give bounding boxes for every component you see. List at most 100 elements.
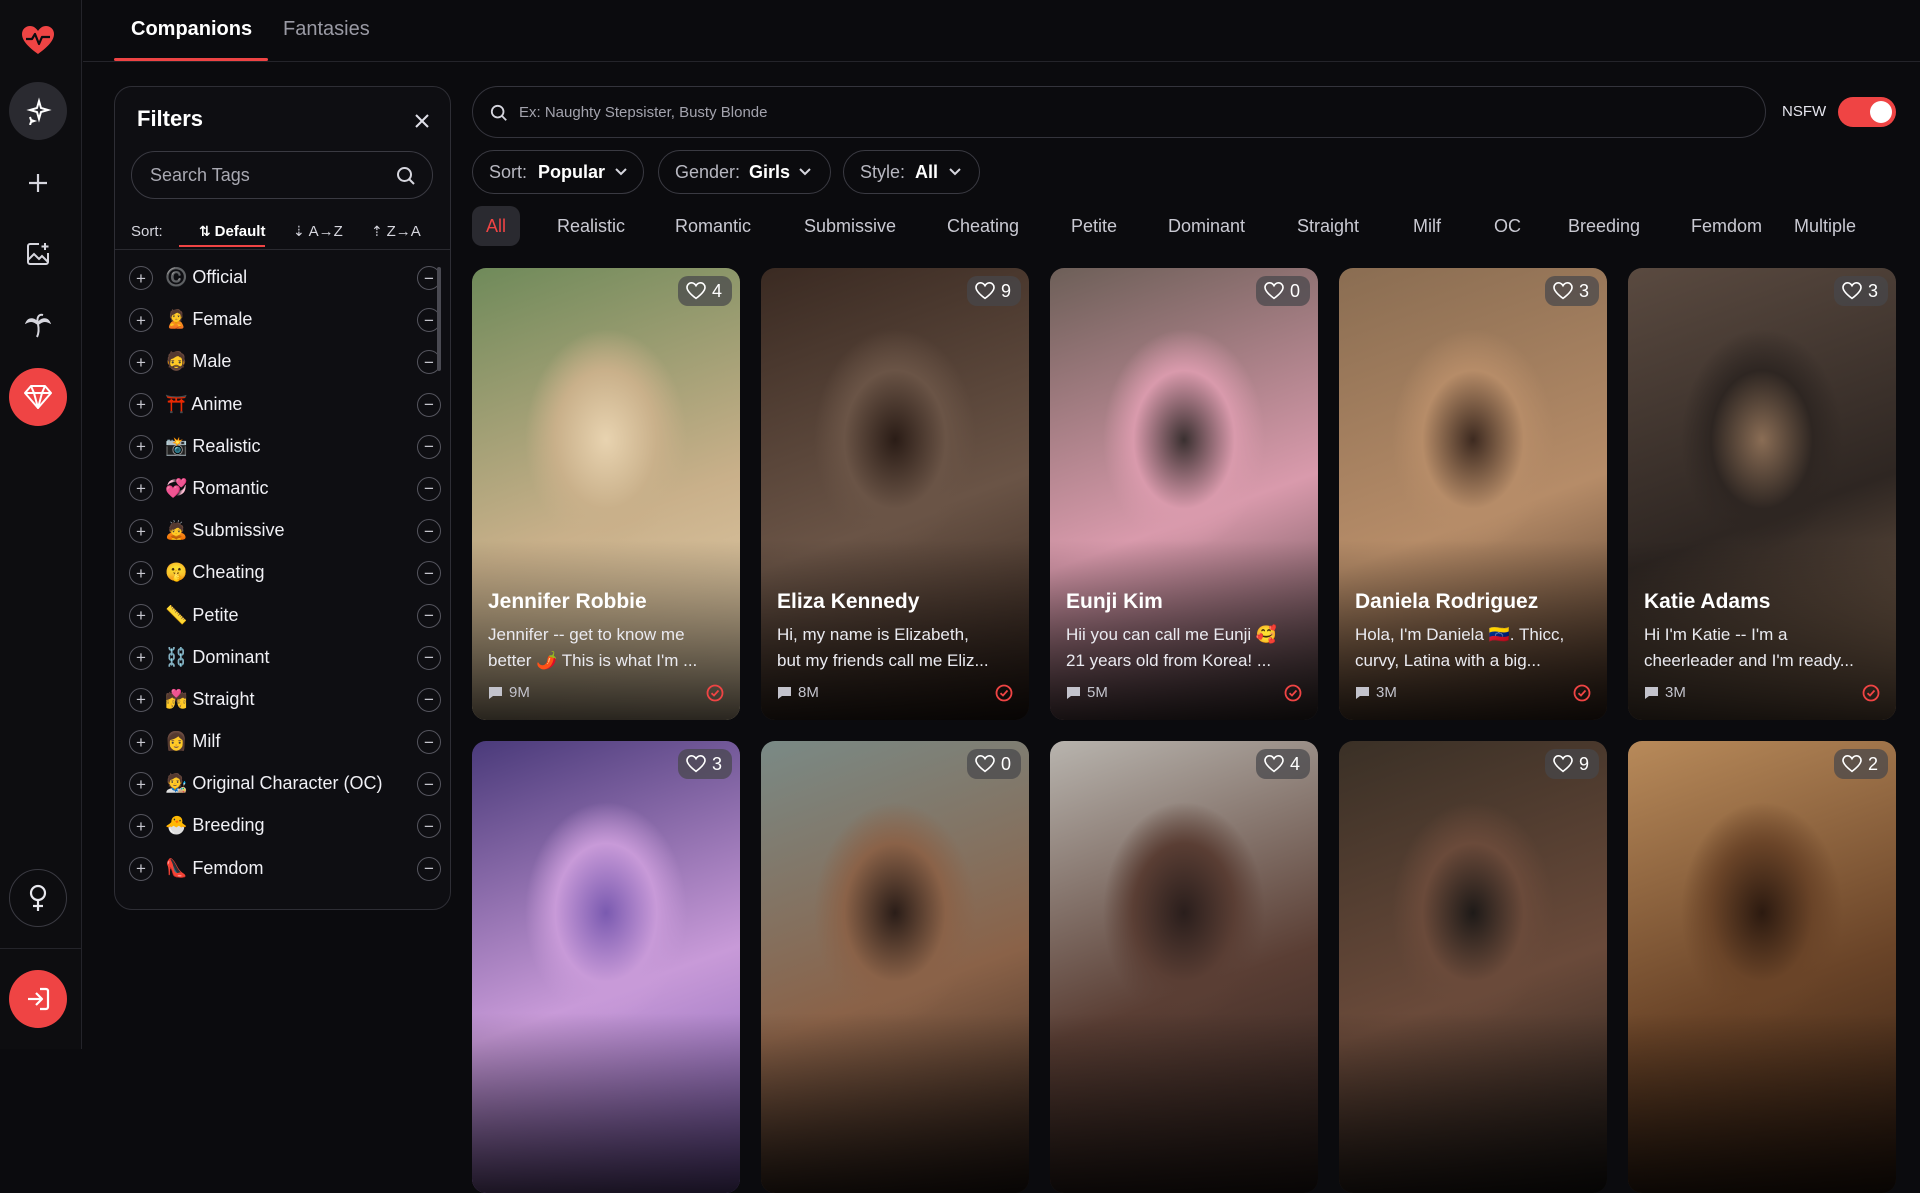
tag-row[interactable]: + 🧑‍🎨 Original Character (OC) − <box>129 765 441 807</box>
chip-breeding[interactable]: Breeding <box>1568 206 1640 246</box>
minus-icon[interactable]: − <box>417 603 441 628</box>
likes-badge[interactable]: 2 <box>1833 749 1888 779</box>
plus-icon[interactable]: + <box>129 603 153 628</box>
gender-dropdown[interactable]: Gender: Girls <box>658 150 831 194</box>
minus-icon[interactable]: − <box>417 730 441 755</box>
companion-name: Katie Adams <box>1644 590 1771 613</box>
nsfw-toggle[interactable] <box>1838 97 1896 127</box>
companion-card[interactable]: 4 Jennifer Robbie Jennifer -- get to know … <box>472 268 740 720</box>
tag-row[interactable]: + 🤫 Cheating − <box>129 554 441 596</box>
sort-dropdown[interactable]: Sort: Popular <box>472 150 644 194</box>
tab-fantasies[interactable]: Fantasies <box>283 18 370 41</box>
tag-row[interactable]: + 📏 Petite − <box>129 597 441 639</box>
plus-icon[interactable] <box>9 154 67 212</box>
tag-text: Breeding <box>192 815 265 836</box>
chip-submissive[interactable]: Submissive <box>804 206 896 246</box>
tab-companions[interactable]: Companions <box>131 18 252 41</box>
companion-card[interactable]: 0 <box>761 741 1029 1193</box>
minus-icon[interactable]: − <box>417 392 441 417</box>
palm-tree-icon[interactable] <box>9 296 67 354</box>
likes-badge[interactable]: 3 <box>1544 276 1599 306</box>
tag-row[interactable]: + 👠 Femdom − <box>129 850 441 892</box>
minus-icon[interactable]: − <box>417 476 441 501</box>
plus-icon[interactable]: + <box>129 772 153 797</box>
minus-icon[interactable]: − <box>417 856 441 881</box>
plus-icon[interactable]: + <box>129 814 153 839</box>
sort-a-z[interactable]: ⇣ A→Z <box>293 223 343 240</box>
chip-petite[interactable]: Petite <box>1071 206 1117 246</box>
minus-icon[interactable]: − <box>417 519 441 544</box>
tag-row[interactable]: + 🧔 Male − <box>129 343 441 385</box>
tag-row[interactable]: + ⛩️ Anime − <box>129 386 441 428</box>
plus-icon[interactable]: + <box>129 519 153 544</box>
sparkles-icon[interactable] <box>9 82 67 140</box>
tag-row[interactable]: + 🙇 Submissive − <box>129 512 441 554</box>
likes-badge[interactable]: 4 <box>677 276 732 306</box>
heart-pulse-icon[interactable] <box>9 11 67 69</box>
plus-icon[interactable]: + <box>129 350 153 375</box>
gem-icon[interactable] <box>9 368 67 426</box>
chip-femdom[interactable]: Femdom <box>1691 206 1762 246</box>
likes-badge[interactable]: 9 <box>966 276 1021 306</box>
plus-icon[interactable]: + <box>129 308 153 333</box>
tag-row[interactable]: + 💏 Straight − <box>129 681 441 723</box>
sort-z-a[interactable]: ⇡ Z→A <box>371 223 421 240</box>
plus-icon[interactable]: + <box>129 266 153 290</box>
tag-row[interactable]: + ⛓️ Dominant − <box>129 639 441 681</box>
plus-icon[interactable]: + <box>129 645 153 670</box>
minus-icon[interactable]: − <box>417 434 441 459</box>
likes-badge[interactable]: 9 <box>1544 749 1599 779</box>
search-placeholder: Ex: Naughty Stepsister, Busty Blonde <box>519 104 768 121</box>
tag-row[interactable]: + 🙎 Female − <box>129 301 441 343</box>
tag-list-scrollbar[interactable] <box>437 267 441 371</box>
companion-card[interactable]: 9 <box>1339 741 1607 1193</box>
companion-card[interactable]: 3 Daniela Rodriguez Hola, I'm Daniela 🇻🇪. … <box>1339 268 1607 720</box>
chip-milf[interactable]: Milf <box>1413 206 1441 246</box>
plus-icon[interactable]: + <box>129 730 153 755</box>
likes-badge[interactable]: 3 <box>1833 276 1888 306</box>
style-dropdown[interactable]: Style: All <box>843 150 980 194</box>
tag-label: ⛩️ Anime <box>165 394 242 415</box>
chip-romantic[interactable]: Romantic <box>675 206 751 246</box>
minus-icon[interactable]: − <box>417 645 441 670</box>
plus-icon[interactable]: + <box>129 392 153 417</box>
tag-row[interactable]: + ©️ Official − <box>129 259 441 301</box>
tag-row[interactable]: + 🐣 Breeding − <box>129 807 441 849</box>
likes-badge[interactable]: 0 <box>966 749 1021 779</box>
companion-card[interactable]: 3 <box>472 741 740 1193</box>
likes-badge[interactable]: 0 <box>1255 276 1310 306</box>
login-icon[interactable] <box>9 970 67 1028</box>
companion-card[interactable]: 2 <box>1628 741 1896 1193</box>
plus-icon[interactable]: + <box>129 476 153 501</box>
companion-card[interactable]: 3 Katie Adams Hi I'm Katie -- I'm a cheerle… <box>1628 268 1896 720</box>
tag-row[interactable]: + 💞 Romantic − <box>129 470 441 512</box>
plus-icon[interactable]: + <box>129 561 153 586</box>
companion-search-input[interactable]: Ex: Naughty Stepsister, Busty Blonde <box>472 86 1766 138</box>
likes-badge[interactable]: 3 <box>677 749 732 779</box>
plus-icon[interactable]: + <box>129 434 153 459</box>
minus-icon[interactable]: − <box>417 561 441 586</box>
plus-icon[interactable]: + <box>129 687 153 712</box>
plus-icon[interactable]: + <box>129 856 153 881</box>
chip-straight[interactable]: Straight <box>1297 206 1359 246</box>
chip-oc[interactable]: OC <box>1494 206 1521 246</box>
chip-realistic[interactable]: Realistic <box>557 206 625 246</box>
tag-search-input[interactable]: Search Tags <box>131 151 433 199</box>
sort-default[interactable]: ⇅ Default <box>199 223 265 240</box>
companion-card[interactable]: 9 Eliza Kennedy Hi, my name is Elizabeth, b… <box>761 268 1029 720</box>
chip-multiple[interactable]: Multiple <box>1794 206 1856 246</box>
tag-row[interactable]: + 👩 Milf − <box>129 723 441 765</box>
minus-icon[interactable]: − <box>417 772 441 797</box>
tag-row[interactable]: + 📸 Realistic − <box>129 428 441 470</box>
companion-card[interactable]: 0 Eunji Kim Hii you can call me Eunji 🥰 21 … <box>1050 268 1318 720</box>
minus-icon[interactable]: − <box>417 687 441 712</box>
chip-all[interactable]: All <box>472 206 521 246</box>
chip-dominant[interactable]: Dominant <box>1168 206 1245 246</box>
female-icon[interactable] <box>9 869 67 927</box>
image-add-icon[interactable] <box>9 225 67 283</box>
companion-card[interactable]: 4 <box>1050 741 1318 1193</box>
close-icon[interactable] <box>410 109 434 133</box>
minus-icon[interactable]: − <box>417 814 441 839</box>
chip-cheating[interactable]: Cheating <box>947 206 1019 246</box>
likes-badge[interactable]: 4 <box>1255 749 1310 779</box>
